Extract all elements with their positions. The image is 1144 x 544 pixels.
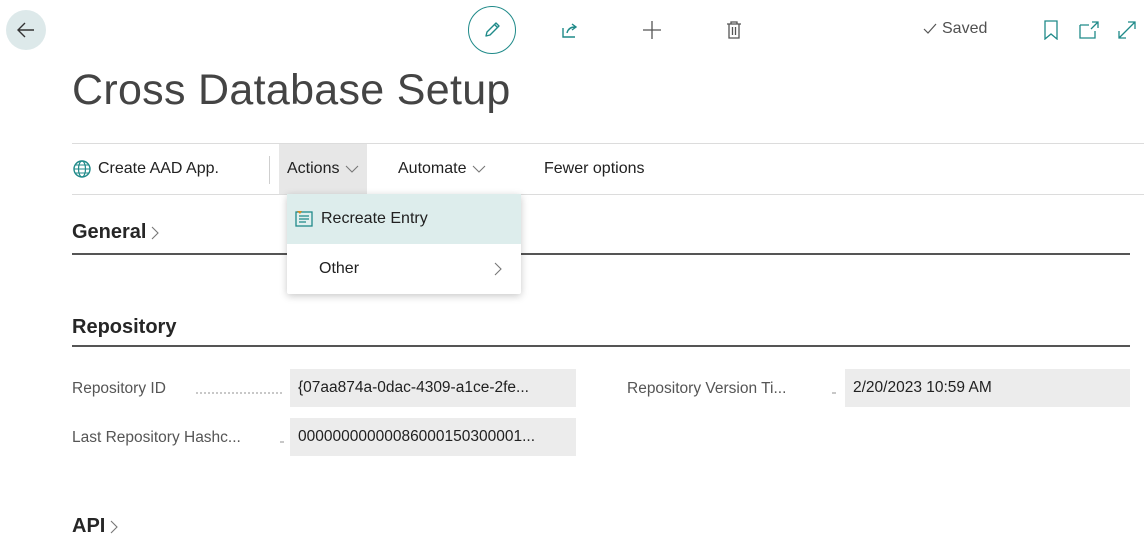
new-button[interactable] <box>640 18 664 42</box>
repository-version-time-field[interactable]: 2/20/2023 10:59 AM <box>845 369 1130 407</box>
automate-menu-button[interactable]: Automate <box>398 144 486 194</box>
saved-status: Saved <box>922 20 987 38</box>
field-leader-dots <box>280 441 284 443</box>
recreate-entry-menu-item[interactable]: Recreate Entry <box>287 194 521 244</box>
chevron-right-icon <box>152 226 160 239</box>
arrow-left-icon <box>17 22 34 38</box>
general-section-label: General <box>72 221 147 243</box>
automate-label: Automate <box>398 160 467 177</box>
bookmark-icon <box>1044 20 1058 40</box>
create-aad-app-label: Create AAD App. <box>98 160 219 177</box>
actions-label: Actions <box>287 160 340 177</box>
other-menu-item[interactable]: Other <box>287 244 521 294</box>
general-section-divider <box>72 253 1130 255</box>
trash-icon <box>727 21 741 39</box>
action-bar: Create AAD App. Actions Automate Fewer o… <box>72 143 1144 195</box>
action-bar-separator <box>269 156 270 184</box>
fewer-options-button[interactable]: Fewer options <box>544 144 645 194</box>
repository-id-label: Repository ID <box>72 380 166 397</box>
checkmark-icon <box>923 23 937 34</box>
back-button[interactable] <box>6 10 46 50</box>
general-section-header[interactable]: General <box>72 221 160 244</box>
chevron-down-icon <box>473 165 486 173</box>
create-aad-app-button[interactable]: Create AAD App. <box>72 144 219 194</box>
saved-label: Saved <box>942 20 988 37</box>
chevron-right-icon <box>110 520 119 533</box>
share-icon <box>562 23 578 38</box>
open-new-window-button[interactable] <box>1078 19 1100 41</box>
actions-menu-button[interactable]: Actions <box>279 144 368 194</box>
repository-version-time-label: Repository Version Ti... <box>627 380 787 397</box>
delete-button[interactable] <box>722 18 746 42</box>
share-button[interactable] <box>558 18 582 42</box>
page-title: Cross Database Setup <box>72 66 511 114</box>
repository-section-header[interactable]: Repository <box>72 316 176 339</box>
globe-icon <box>73 160 91 178</box>
chevron-right-icon <box>494 262 502 276</box>
other-label: Other <box>319 260 360 277</box>
repository-section-divider <box>72 345 1130 347</box>
last-repository-hash-label: Last Repository Hashc... <box>72 429 241 446</box>
field-leader-dots <box>196 392 282 394</box>
open-in-new-window-icon <box>1079 21 1099 39</box>
last-repository-hash-field[interactable]: 00000000000086000150300001... <box>290 418 576 456</box>
chevron-down-icon <box>346 165 359 173</box>
bookmark-button[interactable] <box>1040 19 1062 41</box>
repository-section-label: Repository <box>72 316 177 338</box>
plus-icon <box>643 21 661 39</box>
fewer-options-label: Fewer options <box>544 160 645 177</box>
expand-button[interactable] <box>1116 19 1138 41</box>
recreate-entry-icon <box>295 211 313 227</box>
field-leader-dots <box>832 392 836 394</box>
pencil-icon <box>485 22 500 37</box>
api-section-label: API <box>72 515 106 537</box>
repository-id-field[interactable]: {07aa874a-0dac-4309-a1ce-2fe... <box>290 369 576 407</box>
api-section-header[interactable]: API <box>72 515 119 538</box>
expand-icon <box>1118 21 1136 39</box>
recreate-entry-label: Recreate Entry <box>321 210 428 227</box>
edit-button[interactable] <box>468 6 516 54</box>
actions-dropdown-menu: Recreate Entry Other <box>287 194 521 294</box>
